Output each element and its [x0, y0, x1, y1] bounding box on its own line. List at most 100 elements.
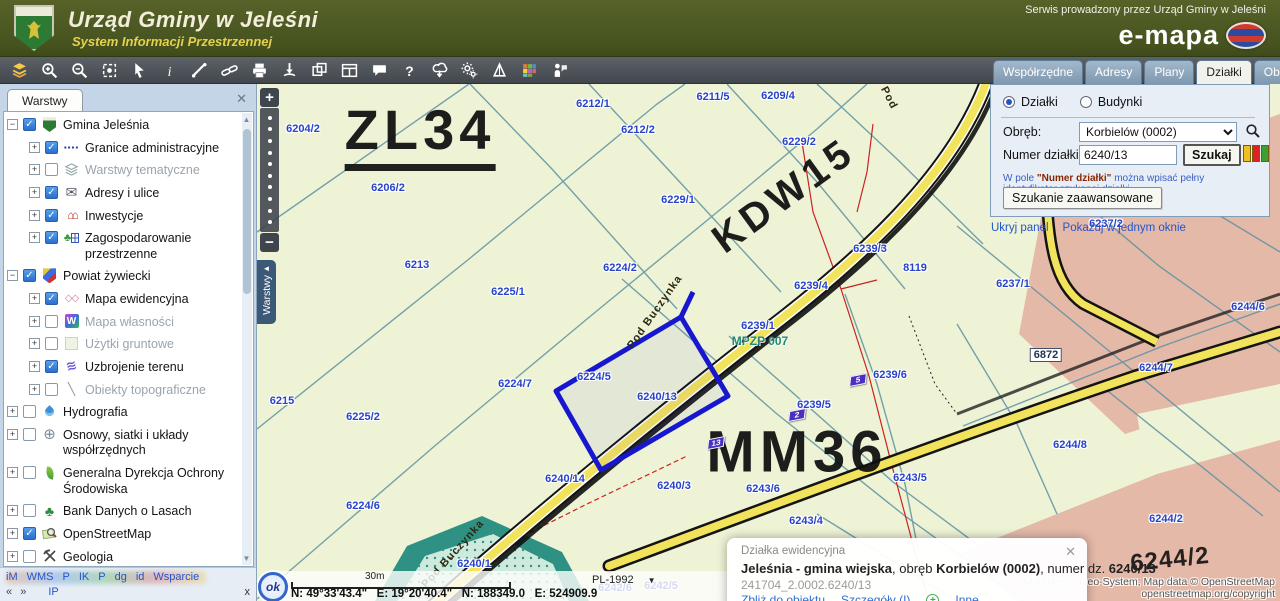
layer-label[interactable]: Generalna Dyrekcja Ochrony Środowiska — [63, 465, 237, 497]
scroll-down-icon[interactable]: ▼ — [242, 554, 251, 563]
layer-checkbox[interactable] — [45, 337, 58, 351]
layer-label[interactable]: Geologia — [63, 549, 237, 566]
footer-link[interactable]: id — [136, 571, 145, 583]
expander-icon[interactable]: + — [7, 467, 18, 478]
layer-checkbox[interactable] — [23, 405, 36, 419]
expander-icon[interactable]: + — [29, 315, 40, 327]
expander-icon[interactable]: + — [29, 164, 40, 176]
zoom-slider[interactable] — [260, 108, 279, 232]
layer-label[interactable]: Zagospodarowanie przestrzenne — [85, 230, 237, 262]
expander-icon[interactable]: + — [7, 527, 18, 539]
pager-next[interactable]: » — [20, 586, 26, 598]
expander-icon[interactable]: + — [29, 383, 40, 395]
tab-obiekty[interactable]: Obiekty — [1253, 60, 1280, 84]
tree-scrollbar[interactable]: ▲ ▼ — [242, 113, 252, 565]
zoom-extent-icon[interactable] — [94, 58, 124, 82]
expander-icon[interactable]: + — [7, 550, 18, 562]
layer-label[interactable]: Hydrografia — [63, 404, 237, 421]
layer-label[interactable]: Warstwy tematyczne — [85, 162, 237, 179]
help-icon[interactable]: ? — [394, 58, 424, 82]
layer-checkbox[interactable] — [45, 163, 58, 177]
expander-icon[interactable]: − — [7, 119, 18, 130]
layer-label[interactable]: Uzbrojenie terenu — [85, 359, 237, 376]
footer-link[interactable]: Wsparcie — [153, 571, 199, 583]
copy-view-icon[interactable] — [304, 58, 334, 82]
pager-ip-link[interactable]: IP — [48, 586, 58, 598]
parcel-number-input[interactable] — [1079, 145, 1177, 165]
layer-label[interactable]: OpenStreetMap — [63, 526, 237, 543]
expander-icon[interactable]: + — [29, 232, 40, 244]
expander-icon[interactable]: + — [29, 209, 40, 221]
layer-checkbox[interactable]: ✓ — [23, 526, 36, 540]
layer-label[interactable]: Mapa własności — [85, 314, 237, 331]
layer-label[interactable]: Gmina Jeleśnia — [63, 117, 237, 134]
scroll-up-icon[interactable]: ▲ — [242, 115, 251, 124]
footer-link[interactable]: P — [63, 571, 70, 583]
footer-link[interactable]: dg — [115, 571, 127, 583]
zoom-in-button[interactable]: + — [260, 88, 279, 107]
layer-label[interactable]: Adresy i ulice — [85, 185, 237, 202]
comment-icon[interactable] — [364, 58, 394, 82]
layer-checkbox[interactable]: ✓ — [45, 231, 58, 245]
search-icon[interactable] — [1245, 123, 1261, 139]
footer-close[interactable]: x — [245, 586, 251, 598]
layer-label[interactable]: Mapa ewidencyjna — [85, 291, 237, 308]
zoom-out-icon[interactable] — [64, 58, 94, 82]
layer-label[interactable]: Inwestycje — [85, 208, 237, 225]
3d-view-icon[interactable] — [484, 58, 514, 82]
expander-icon[interactable]: + — [29, 338, 40, 350]
layer-checkbox[interactable] — [23, 427, 36, 441]
footer-link[interactable]: WMS — [27, 571, 54, 583]
pointer-icon[interactable] — [124, 58, 154, 82]
layer-checkbox[interactable] — [45, 314, 58, 328]
coordinates-pin-icon[interactable] — [274, 58, 304, 82]
tab-działki[interactable]: Działki — [1196, 60, 1252, 85]
crs-selector[interactable]: PL-1992 ▼ — [592, 574, 656, 586]
layer-checkbox[interactable]: ✓ — [45, 140, 58, 154]
expander-icon[interactable]: + — [7, 428, 18, 440]
layer-label[interactable]: Bank Danych o Lasach — [63, 503, 237, 520]
obreb-select[interactable]: Korbielów (0002) — [1079, 122, 1237, 142]
download-cloud-icon[interactable] — [424, 58, 454, 82]
layer-checkbox[interactable]: ✓ — [45, 359, 58, 373]
mosaic-icon[interactable] — [514, 58, 544, 82]
layer-label[interactable]: Osnowy, siatki i układy współrzędnych — [63, 427, 237, 459]
street-view-icon[interactable] — [544, 58, 574, 82]
layer-checkbox[interactable] — [23, 504, 36, 518]
info-icon[interactable]: i — [154, 58, 184, 82]
zoom-out-button[interactable]: − — [260, 233, 279, 252]
layer-checkbox[interactable]: ✓ — [23, 118, 36, 131]
expander-icon[interactable]: + — [29, 186, 40, 198]
layer-checkbox[interactable]: ✓ — [45, 208, 58, 222]
tab-warstwy[interactable]: Warstwy — [7, 89, 83, 112]
single-window-link[interactable]: Pokazuj w jednym oknie — [1063, 222, 1186, 234]
print-icon[interactable] — [244, 58, 274, 82]
advanced-search-button[interactable]: Szukanie zaawansowane — [1003, 187, 1163, 209]
layer-label[interactable]: Powiat żywiecki — [63, 268, 237, 285]
expander-icon[interactable]: + — [29, 360, 40, 372]
other-link[interactable]: Inne — [955, 593, 978, 601]
layer-label[interactable]: Użytki gruntowe — [85, 336, 237, 353]
layers-side-tab[interactable]: ◄ Warstwy — [257, 260, 276, 324]
footer-link[interactable]: iM — [6, 571, 18, 583]
scrollbar-thumb[interactable] — [243, 129, 251, 294]
expander-icon[interactable]: + — [29, 293, 40, 304]
layer-label[interactable]: Granice administracyjne — [85, 140, 237, 157]
expander-icon[interactable]: + — [29, 141, 40, 153]
expander-icon[interactable]: + — [7, 406, 18, 418]
details-link[interactable]: Szczegóły (I) — [841, 593, 910, 601]
panels-icon[interactable] — [334, 58, 364, 82]
add-icon[interactable]: + — [926, 593, 940, 601]
layer-checkbox[interactable]: ✓ — [23, 269, 36, 283]
expander-icon[interactable]: + — [7, 505, 18, 517]
hide-panel-link[interactable]: Ukryj panel — [991, 222, 1049, 234]
layer-checkbox[interactable] — [23, 549, 36, 563]
search-button[interactable]: Szukaj — [1183, 144, 1241, 166]
footer-link[interactable]: P — [98, 571, 105, 583]
layer-checkbox[interactable] — [23, 466, 36, 479]
zoom-to-object-link[interactable]: Zbliż do obiektu — [741, 593, 825, 601]
tab-adresy[interactable]: Adresy — [1085, 60, 1143, 84]
layers-icon[interactable] — [4, 58, 34, 82]
tab-plany[interactable]: Plany — [1144, 60, 1195, 84]
tab-współrzędne[interactable]: Współrzędne — [993, 60, 1084, 84]
